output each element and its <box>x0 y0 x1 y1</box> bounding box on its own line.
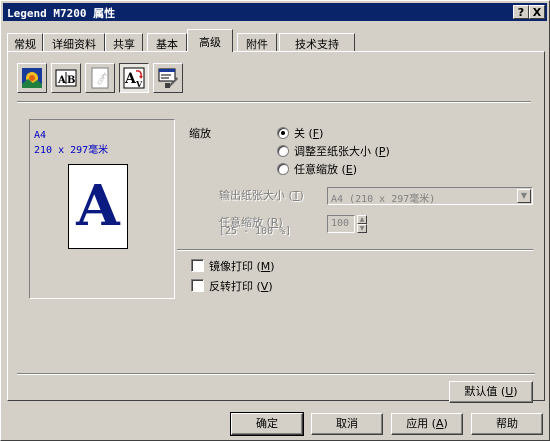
scaling-a-icon: A V <box>123 67 145 89</box>
apply-button[interactable]: 应用 (A) <box>391 413 463 435</box>
free-scale-label[interactable]: 任意缩放 (E) <box>294 161 357 177</box>
quality-button[interactable] <box>17 63 47 93</box>
ab-text-icon: A B <box>55 69 77 87</box>
properties-dialog: Legend M7200 属性 ? X 常规 详细资料 共享 基本 高级 附件 … <box>0 0 550 441</box>
copy-watermark-button[interactable]: COPY <box>85 63 115 93</box>
tab-support[interactable]: 技术支持 <box>279 33 355 51</box>
help-dialog-button[interactable]: 帮助 <box>471 413 543 435</box>
scaling-button[interactable]: A V <box>119 63 149 93</box>
tab-general[interactable]: 常规 <box>7 33 43 51</box>
tab-details[interactable]: 详细资料 <box>43 33 105 51</box>
preview-sample-letter: A <box>76 173 120 239</box>
output-paper-select[interactable]: A4 (210 x 297毫米) ▼ <box>327 187 533 205</box>
preview-paper-size: A4 <box>34 130 47 141</box>
chevron-down-icon[interactable]: ▼ <box>517 189 531 203</box>
free-scale-radio[interactable] <box>277 163 289 175</box>
svg-text:B: B <box>67 75 75 86</box>
mirror-print-label[interactable]: 镜像打印 (M) <box>209 258 275 274</box>
preview-dimensions: 210 x 297毫米 <box>34 145 109 156</box>
reverse-print-checkbox[interactable] <box>191 279 204 292</box>
restore-defaults-button[interactable]: 默认值 (U) <box>449 381 533 403</box>
tab-sharing[interactable]: 共享 <box>105 33 143 51</box>
section-divider <box>177 249 533 251</box>
output-paper-label: 输出纸张大小 (T) <box>219 189 304 202</box>
free-scale-range: [25 - 100 %] <box>219 226 292 237</box>
svg-text:A: A <box>57 75 66 86</box>
page-preview: A4 210 x 297毫米 A <box>29 119 175 299</box>
help-button[interactable]: ? <box>513 5 529 19</box>
title-bar[interactable]: Legend M7200 属性 ? X <box>3 3 547 21</box>
ab-text-button[interactable]: A B <box>51 63 81 93</box>
scaling-off-radio[interactable] <box>277 127 289 139</box>
preview-paper: A <box>68 164 128 249</box>
quality-icon <box>22 68 42 88</box>
window-title: Legend M7200 属性 <box>7 7 116 20</box>
fit-to-paper-radio[interactable] <box>277 145 289 157</box>
svg-text:V: V <box>135 79 143 89</box>
toolbar-divider <box>17 101 531 103</box>
fit-to-paper-label[interactable]: 调整至纸张大小 (P) <box>294 143 390 159</box>
device-options-button[interactable] <box>153 63 183 93</box>
free-scale-value: 100 <box>331 218 350 229</box>
tab-accessories[interactable]: 附件 <box>237 33 277 51</box>
scaling-off-label[interactable]: 关 (F) <box>294 125 323 141</box>
free-scale-input[interactable]: 100 <box>327 215 355 233</box>
footer-divider <box>17 373 535 375</box>
free-scale-spinner[interactable]: ▲ ▼ <box>357 215 367 233</box>
output-paper-value: A4 (210 x 297毫米) <box>331 194 436 205</box>
reverse-print-label[interactable]: 反转打印 (V) <box>209 278 273 294</box>
close-button[interactable]: X <box>529 5 545 19</box>
copy-watermark-icon: COPY <box>91 67 110 89</box>
ok-button[interactable]: 确定 <box>230 412 304 436</box>
tab-advanced[interactable]: 高级 <box>187 29 233 52</box>
spin-up-icon[interactable]: ▲ <box>357 215 367 224</box>
mirror-print-checkbox[interactable] <box>191 259 204 272</box>
tab-basic[interactable]: 基本 <box>147 33 187 51</box>
scaling-label: 缩放 <box>189 127 211 140</box>
spin-down-icon[interactable]: ▼ <box>357 224 367 233</box>
device-options-icon <box>158 68 178 88</box>
cancel-button[interactable]: 取消 <box>311 413 383 435</box>
